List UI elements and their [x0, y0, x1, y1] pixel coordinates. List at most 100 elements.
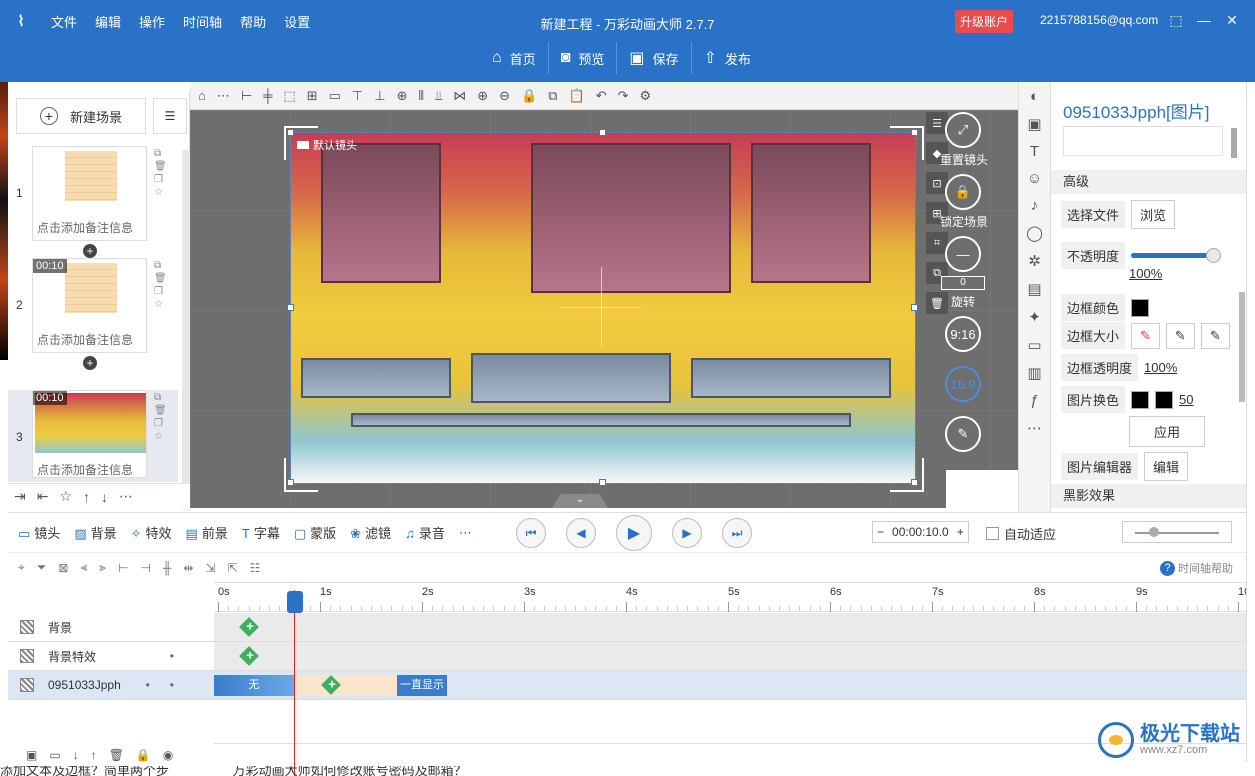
duplicate-icon[interactable]: ❐	[154, 418, 166, 429]
resize-handle[interactable]	[911, 304, 918, 311]
scene-thumbnail[interactable]: 00:10 点击添加备注信息	[32, 390, 147, 478]
foreground-tool[interactable]: ▤ 前景	[186, 523, 228, 542]
delete-icon[interactable]: 🗑	[154, 273, 167, 284]
browse-button[interactable]: 浏览	[1131, 200, 1176, 229]
character-icon[interactable]: ☺	[1027, 170, 1042, 187]
align-middle-icon[interactable]: ⊕	[397, 88, 408, 104]
mask-tool[interactable]: ▢ 蒙版	[294, 523, 336, 542]
upgrade-account-button[interactable]: 升级账户	[955, 10, 1014, 33]
collapse-stage-icon[interactable]: ⌄	[552, 494, 608, 508]
locate-icon[interactable]: ⌖	[18, 560, 25, 575]
redo-icon[interactable]: ↷	[618, 88, 629, 104]
list-icon[interactable]: ☷	[250, 561, 261, 575]
menu-file[interactable]: 文件	[51, 12, 77, 31]
subtitle-tool[interactable]: T 字幕	[242, 523, 280, 542]
clear-filter-icon[interactable]: ⊠	[58, 561, 68, 575]
zoom-out-icon[interactable]: ⊖	[499, 88, 510, 104]
border-color-swatch[interactable]	[1131, 298, 1150, 317]
track-header-background[interactable]: 背景	[8, 613, 214, 642]
apply-button[interactable]: 应用	[1129, 416, 1206, 447]
flash-icon[interactable]: ƒ	[1030, 392, 1038, 409]
scene-note[interactable]: 点击添加备注信息	[37, 461, 145, 478]
edit-pen-button[interactable]: ✎	[945, 416, 981, 452]
scene-note[interactable]: 点击添加备注信息	[37, 331, 145, 348]
autofit-checkbox[interactable]	[986, 527, 999, 540]
autofit-toggle[interactable]: 自动适应	[986, 524, 1056, 543]
visibility-icon[interactable]: ◉	[163, 748, 173, 762]
menu-timeline[interactable]: 时间轴	[183, 12, 222, 31]
minimize-icon[interactable]: —	[1194, 10, 1214, 30]
move-up-icon[interactable]: ↑	[83, 489, 90, 505]
track-lane-image[interactable]: 无 一直显示	[214, 671, 1246, 700]
import-icon[interactable]: ⇥	[14, 488, 26, 505]
account-email[interactable]: 2215788156@qq.com	[1040, 13, 1158, 27]
scene-item-1[interactable]: 1 点击添加备注信息 ⧉ 🗑 ❐ ☆ +	[8, 146, 178, 258]
advanced-section[interactable]: 高级	[1051, 170, 1246, 194]
save-button[interactable]: ▣ 保存	[616, 42, 690, 74]
enter-animation-clip[interactable]: 无	[214, 675, 294, 696]
camera-tool[interactable]: ▭ 镜头	[18, 523, 60, 542]
move-down-icon[interactable]: ↓	[101, 489, 108, 505]
recolor-value[interactable]: 50	[1179, 392, 1193, 407]
undo-icon[interactable]: ↶	[596, 88, 607, 104]
add-keyframe-icon[interactable]	[239, 646, 259, 666]
photo-icon[interactable]: ▤	[1027, 280, 1041, 298]
opacity-value[interactable]: 100%	[1129, 266, 1162, 281]
new-scene-button[interactable]: + 新建场景	[16, 98, 146, 134]
delete-icon[interactable]: 🗑	[154, 405, 167, 416]
track-lane-background[interactable]	[214, 613, 1246, 642]
group-icon[interactable]: ▭	[329, 88, 341, 104]
scene-image[interactable]: 默认镜头	[291, 133, 915, 483]
add-scene-icon[interactable]: +	[83, 356, 97, 370]
close-icon[interactable]: ✕	[1222, 10, 1242, 30]
home-button[interactable]: ⌂ 首页	[480, 42, 548, 74]
thin-border-icon[interactable]: ✎	[1165, 322, 1195, 349]
effect-tool[interactable]: ✧ 特效	[131, 523, 172, 542]
bubble-icon[interactable]: ◯	[1026, 224, 1043, 242]
copy-icon[interactable]: ⧉	[154, 260, 166, 271]
zoom-knob[interactable]	[1149, 527, 1159, 537]
timeline-zoom-slider[interactable]	[1122, 521, 1232, 543]
empty-track-area[interactable]	[214, 700, 1246, 744]
export-icon[interactable]: ⇤	[37, 488, 49, 505]
align-bottom-icon[interactable]: ⊥	[374, 88, 385, 104]
svg-icon[interactable]: ✲	[1028, 252, 1041, 270]
camera-frame[interactable]: 默认镜头	[287, 129, 918, 486]
track-header-bg-effect[interactable]: 背景特效 •	[8, 642, 214, 671]
star-icon[interactable]: ☆	[154, 187, 166, 198]
canvas-stage[interactable]: 默认镜头 ☰ ◆ ⊡ ⊞ ⌗ ⧉ 🗑 ⤢ 重置镜头 🔒 锁定场景 — 0 旋转 …	[190, 110, 1018, 508]
align-center-icon[interactable]: ╫	[163, 561, 172, 575]
align-end-icon[interactable]: ⊣	[140, 561, 150, 575]
favorite-icon[interactable]: ☆	[59, 488, 72, 505]
star-icon[interactable]: ☆	[154, 431, 166, 442]
playhead-handle[interactable]	[287, 591, 303, 613]
track-header-image[interactable]: 0951033Jpph ••	[8, 671, 214, 700]
duplicate-icon[interactable]: ❐	[154, 174, 166, 185]
shape-icon[interactable]: ◐	[1030, 88, 1039, 105]
exit-animation-clip[interactable]: 一直显示	[397, 675, 447, 696]
duration-stepper[interactable]: − 00:00:10.0 +	[872, 521, 969, 543]
move-up-icon[interactable]: ↑	[91, 748, 97, 762]
align-top-icon[interactable]: ⊤	[352, 88, 363, 104]
lock-icon[interactable]: 🔒	[521, 88, 537, 104]
align-base-icon[interactable]: ⫫	[435, 88, 442, 104]
scene-scrollbar[interactable]	[182, 150, 190, 510]
prev-frame-button[interactable]: ◀	[566, 518, 596, 548]
lock-icon[interactable]: 🔒	[136, 748, 151, 762]
magic-icon[interactable]: ✦	[1028, 308, 1041, 326]
opacity-slider[interactable]	[1131, 248, 1222, 263]
duration-decrement[interactable]: −	[873, 525, 888, 539]
ratio-9-16-button[interactable]: 9:16	[945, 316, 981, 352]
settings-icon[interactable]: ⚙	[640, 88, 652, 104]
expand-icon[interactable]: ⇲	[205, 561, 215, 575]
align-vertical-icon[interactable]: ⫴	[418, 88, 423, 104]
bw-effect-section[interactable]: 黑影效果	[1051, 484, 1246, 508]
scene-thumbnail[interactable]: 00:10 点击添加备注信息	[32, 258, 147, 353]
align-right-icon[interactable]: ⫸	[99, 560, 106, 575]
distribute-icon[interactable]: ⊞	[307, 88, 318, 104]
text-icon[interactable]: T	[1030, 143, 1039, 160]
resize-handle[interactable]	[599, 479, 606, 486]
play-button[interactable]: ▶	[616, 515, 652, 551]
play-to-end-button[interactable]: ⏭	[722, 518, 752, 548]
no-border-icon[interactable]: ✎	[1131, 322, 1160, 349]
